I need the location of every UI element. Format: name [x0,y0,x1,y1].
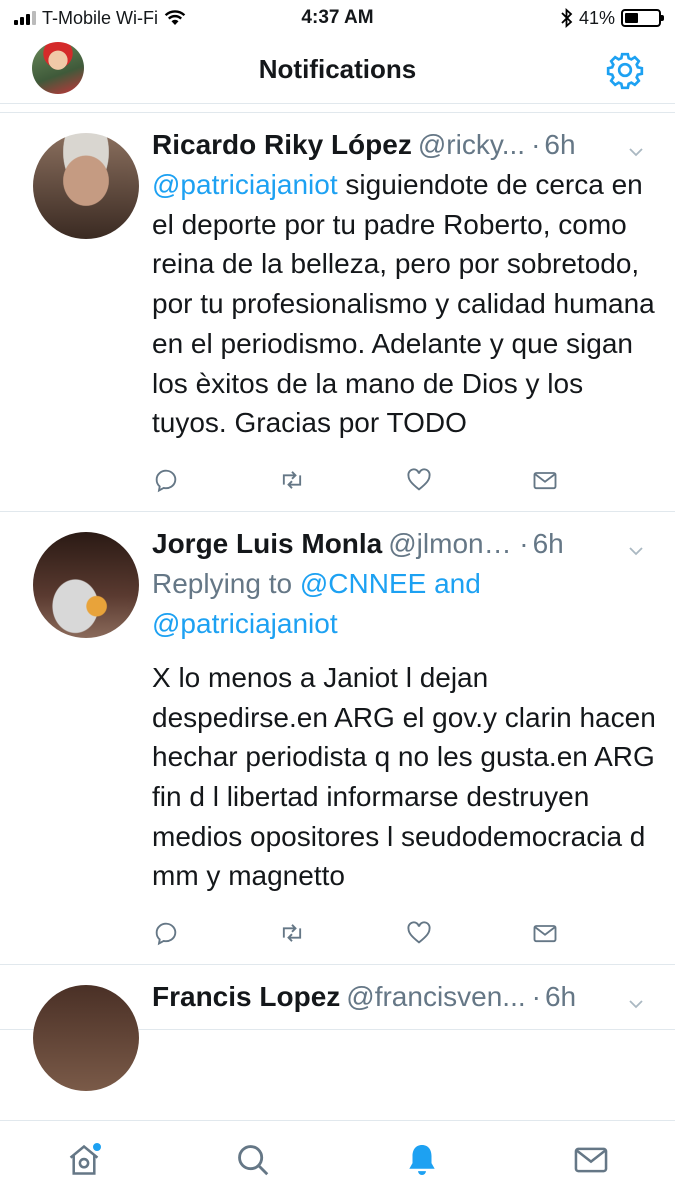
bell-icon [409,1144,435,1175]
new-content-dot [92,1141,103,1152]
envelope-icon [533,925,557,943]
tweet-author-handle[interactable]: @francisven... [346,979,525,1015]
retweet-icon [283,471,302,489]
chevron-down-icon[interactable] [627,542,645,560]
tweet-text: X lo menos a Janiot l dejan despedirse.e… [152,661,656,892]
dm-button[interactable] [531,465,657,495]
tweet-avatar[interactable] [33,133,139,239]
battery-percent: 41% [578,7,615,28]
profile-avatar[interactable] [32,42,84,94]
tweet-timestamp: 6h [544,129,576,160]
retweet-icon [283,924,302,942]
tweet-actions [152,918,657,948]
tweet-timestamp: 6h [532,527,564,559]
status-right: 41% [561,7,664,29]
tweet-avatar[interactable] [33,531,139,638]
tweet-header: Francis Lopez @francisven... · 6h [152,979,657,1015]
heart-icon [406,468,431,491]
bottom-tab-bar [0,1120,675,1200]
envelope-icon [533,471,557,490]
battery-icon [621,9,664,27]
tweet-item[interactable]: Ricardo Riky López @ricky... · 6h @patri… [0,113,675,512]
tweet-body: X lo menos a Janiot l dejan despedirse.e… [152,658,657,896]
retweet-button[interactable] [278,465,404,495]
tweet-author-name[interactable]: Ricardo Riky López [152,127,412,163]
mail-icon [574,1147,607,1172]
page-title: Notifications [258,54,417,84]
heart-icon [406,921,431,944]
wifi-icon [164,10,186,25]
top-header: Notifications [0,36,675,104]
tweet-author-name[interactable]: Francis Lopez [152,979,340,1015]
tweet-separator: · [531,981,541,1013]
like-button[interactable] [405,465,531,495]
tweet-author-name[interactable]: Jorge Luis Monla [152,526,382,562]
replying-to: Replying to @CNNEE and @patriciajaniot [152,564,657,644]
reply-button[interactable] [152,918,278,948]
tweet-author-handle[interactable]: @jlmonla... [388,526,513,562]
signal-strength-icon [14,11,36,25]
tab-home[interactable] [54,1130,114,1190]
tab-search[interactable] [223,1130,283,1190]
chevron-down-icon[interactable] [627,143,645,161]
notifications-feed[interactable]: Ricardo Riky López @ricky... · 6h @patri… [0,112,675,1120]
chevron-down-icon[interactable] [627,995,645,1013]
tweet-separator: · [519,527,529,559]
search-icon [238,1144,269,1175]
dm-button[interactable] [531,918,657,948]
tweet-item[interactable]: Francis Lopez @francisven... · 6h [0,965,675,1092]
replying-prefix: Replying to [152,567,300,599]
like-button[interactable] [405,918,531,948]
mention-link[interactable]: @patriciajaniot [152,169,338,200]
tweet-actions [152,465,657,495]
carrier-label: T-Mobile Wi-Fi [42,7,158,28]
tweet-separator: · [531,129,541,160]
reply-icon [155,922,177,946]
tweet-header: Jorge Luis Monla @jlmonla... · 6h [152,526,657,562]
reply-icon [155,469,177,493]
tweet-text: siguiendote de cerca en el deporte por t… [152,169,655,439]
tweet-header: Ricardo Riky López @ricky... · 6h [152,127,657,163]
battery-fill [625,13,639,23]
retweet-button[interactable] [278,918,404,948]
status-left: T-Mobile Wi-Fi [14,8,186,29]
tweet-author-handle[interactable]: @ricky... [418,127,525,163]
tweet-timestamp: 6h [544,981,577,1013]
tab-messages[interactable] [561,1130,621,1190]
tab-notifications[interactable] [392,1130,452,1190]
reply-button[interactable] [152,465,278,495]
settings-gear-icon[interactable] [605,50,645,90]
tweet-item[interactable]: Jorge Luis Monla @jlmonla... · 6h Replyi… [0,512,675,966]
bluetooth-icon [561,8,573,28]
tweet-avatar[interactable] [33,985,139,1092]
status-bar: T-Mobile Wi-Fi 4:37 AM 41% [0,0,675,36]
tweet-body: @patriciajaniot siguiendote de cerca en … [152,165,657,443]
